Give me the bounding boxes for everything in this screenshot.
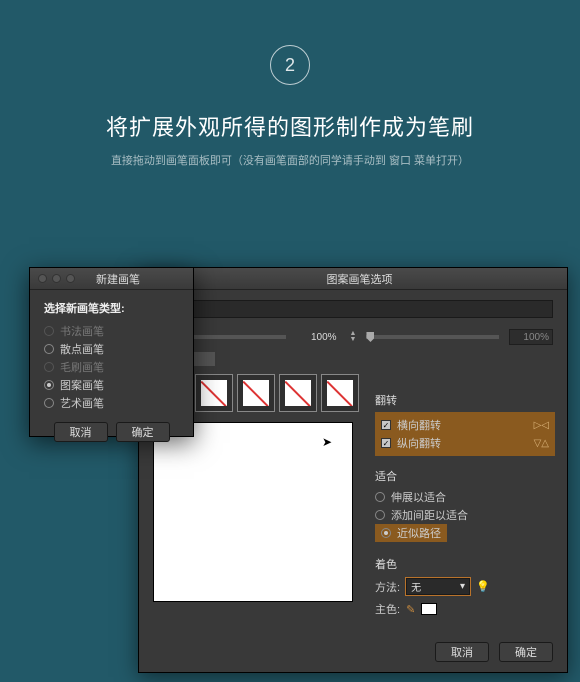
- method-label: 方法:: [375, 579, 400, 595]
- scale-percent[interactable]: 100%: [296, 329, 340, 345]
- dialog-titlebar[interactable]: 图案画笔选项: [139, 268, 567, 290]
- cancel-button[interactable]: 取消: [435, 642, 489, 662]
- tips-icon[interactable]: 💡: [476, 580, 490, 593]
- flip-horizontal-icon: ▷◁: [534, 420, 549, 431]
- brush-name-input[interactable]: [153, 300, 553, 318]
- type-art-label: 艺术画笔: [60, 395, 104, 411]
- fit-group-label: 适合: [375, 468, 555, 484]
- page-heading: 将扩展外观所得的图形制作成为笔刷: [0, 110, 580, 142]
- new-brush-dialog: 新建画笔 选择新画笔类型: 书法画笔 散点画笔 毛刷画笔 图案画笔 艺术画笔 取…: [29, 267, 194, 437]
- keycolor-label: 主色:: [375, 601, 400, 617]
- flip-horizontal-label: 横向翻转: [397, 417, 441, 433]
- fit-stretch-label: 伸展以适合: [391, 489, 446, 505]
- fit-approx-label: 近似路径: [397, 525, 441, 541]
- type-scatter-radio[interactable]: [44, 344, 54, 354]
- type-bristle-label: 毛刷画笔: [60, 359, 104, 375]
- cursor-icon: ➤: [322, 435, 332, 449]
- type-scatter-label: 散点画笔: [60, 341, 104, 357]
- color-group-label: 着色: [375, 556, 555, 572]
- fit-space-radio[interactable]: [375, 510, 385, 520]
- tile-end[interactable]: [321, 374, 359, 412]
- method-value: 无: [411, 579, 421, 594]
- flip-group-label: 翻转: [375, 392, 555, 408]
- step-number-badge: 2: [270, 45, 310, 85]
- link-icon[interactable]: ▲▼: [350, 331, 357, 343]
- colorization-method-dropdown[interactable]: 无 ▾: [406, 578, 470, 595]
- brush-type-label: 选择新画笔类型:: [44, 300, 179, 316]
- scale-percent-2: 100%: [509, 329, 553, 345]
- flip-horizontal-checkbox[interactable]: [381, 420, 391, 430]
- fit-approx-radio[interactable]: [381, 528, 391, 538]
- type-art-radio[interactable]: [44, 398, 54, 408]
- flip-vertical-label: 纵向翻转: [397, 435, 441, 451]
- ok-button[interactable]: 确定: [499, 642, 553, 662]
- tile-outer-corner[interactable]: [195, 374, 233, 412]
- type-calligraphic-radio: [44, 326, 54, 336]
- fit-space-label: 添加间距以适合: [391, 507, 468, 523]
- tile-start[interactable]: [279, 374, 317, 412]
- ok-button[interactable]: 确定: [116, 422, 170, 442]
- fit-stretch-radio[interactable]: [375, 492, 385, 502]
- dialog-title: 新建画笔: [43, 271, 193, 287]
- flip-vertical-checkbox[interactable]: [381, 438, 391, 448]
- eyedropper-icon[interactable]: ✎: [406, 603, 415, 616]
- tile-inner-corner[interactable]: [237, 374, 275, 412]
- type-pattern-label: 图案画笔: [60, 377, 104, 393]
- flip-group: 横向翻转 ▷◁ 纵向翻转 ▽△: [375, 412, 555, 456]
- dialog-titlebar[interactable]: 新建画笔: [30, 268, 193, 290]
- chevron-down-icon: ▾: [460, 581, 465, 592]
- brush-preview: ➤: [153, 422, 353, 602]
- type-pattern-radio[interactable]: [44, 380, 54, 390]
- keycolor-swatch[interactable]: [421, 603, 437, 615]
- page-subtitle: 直接拖动到画笔面板即可（没有画笔面部的同学请手动到 窗口 菜单打开）: [0, 152, 580, 168]
- flip-vertical-icon: ▽△: [534, 438, 549, 449]
- scale-slider-2[interactable]: [366, 335, 499, 339]
- cancel-button[interactable]: 取消: [54, 422, 108, 442]
- type-calligraphic-label: 书法画笔: [60, 323, 104, 339]
- type-bristle-radio: [44, 362, 54, 372]
- pattern-brush-options-dialog: 图案画笔选项 100% ▲▼ 100% ➤ 翻转: [138, 267, 568, 673]
- dialog-title: 图案画笔选项: [152, 271, 567, 287]
